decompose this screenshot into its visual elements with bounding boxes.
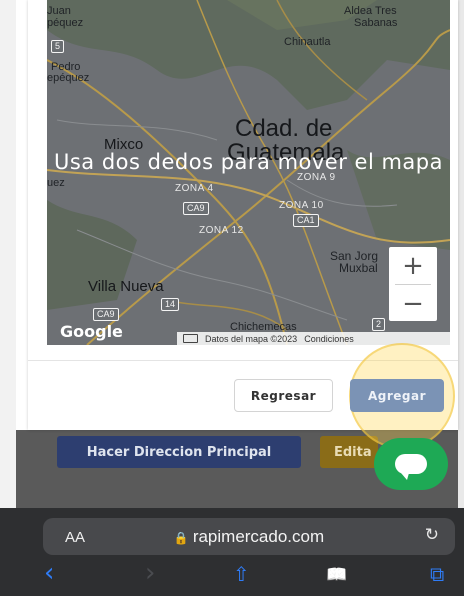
map-road-2: 2: [372, 318, 386, 331]
map-label-juan: Juan: [47, 5, 71, 17]
zoom-out-button[interactable]: −: [389, 285, 437, 322]
map-road-ca1: CA1: [293, 214, 319, 227]
back-button[interactable]: Regresar: [234, 379, 333, 412]
safari-toolbar: AA 🔒 rapimercado.com ↻ ‹ › ⇧ 📖 ⧉: [0, 508, 464, 596]
map-road-14: 14: [161, 298, 180, 311]
url-text: rapimercado.com: [192, 527, 325, 546]
map-label-aldea-1: Aldea Tres: [344, 5, 397, 17]
zoom-in-button[interactable]: +: [389, 247, 437, 284]
map-label-city-1: Cdad. de: [235, 115, 333, 142]
add-button[interactable]: Agregar: [350, 379, 444, 412]
address-bar[interactable]: AA 🔒 rapimercado.com ↻: [43, 518, 455, 555]
map-gesture-hint: Usa dos dedos para mover el mapa: [54, 150, 443, 174]
keyboard-icon[interactable]: [183, 334, 198, 343]
map-label-muxbal: Muxbal: [339, 261, 378, 275]
map-road-ca9: CA9: [183, 202, 209, 215]
make-primary-address-button[interactable]: Hacer Direccion Principal: [57, 436, 301, 468]
map-label-aldea-2: Sabanas: [354, 17, 398, 29]
map-zoom-control: + −: [389, 247, 437, 321]
google-logo: Google: [60, 322, 123, 341]
map-zone-9: ZONA 9: [297, 172, 336, 183]
url-display[interactable]: 🔒 rapimercado.com: [43, 527, 455, 547]
share-icon[interactable]: ⇧: [233, 562, 250, 586]
tabs-icon[interactable]: ⧉: [430, 562, 444, 586]
map-terms-link[interactable]: Condiciones: [304, 334, 354, 344]
lock-icon: 🔒: [173, 531, 189, 545]
bookmarks-icon[interactable]: 📖: [326, 565, 347, 585]
map-label-juan-sub: péquez: [47, 17, 84, 29]
chat-button[interactable]: [374, 438, 448, 490]
map-zone-10: ZONA 10: [279, 200, 324, 211]
map-label-pedro-sub: epéquez: [47, 72, 90, 84]
edit-button[interactable]: Edita: [320, 436, 378, 468]
right-edge: [458, 0, 464, 596]
map-label-villa-nueva: Villa Nueva: [88, 278, 164, 295]
map-road-ca9-south: CA9: [93, 308, 119, 321]
map-zone-4: ZONA 4: [175, 183, 214, 194]
map-label-chinautla: Chinautla: [284, 36, 331, 48]
back-icon[interactable]: ‹: [44, 558, 54, 588]
reload-icon[interactable]: ↻: [425, 525, 439, 545]
map-label-uez: uez: [47, 177, 65, 189]
map-road-5: 5: [51, 40, 65, 53]
forward-icon[interactable]: ›: [145, 558, 155, 588]
left-edge: [0, 0, 16, 596]
chat-bubble-icon: [395, 454, 427, 480]
map-data-credit[interactable]: Datos del mapa ©2023: [205, 334, 297, 344]
map-zone-12: ZONA 12: [199, 225, 244, 236]
